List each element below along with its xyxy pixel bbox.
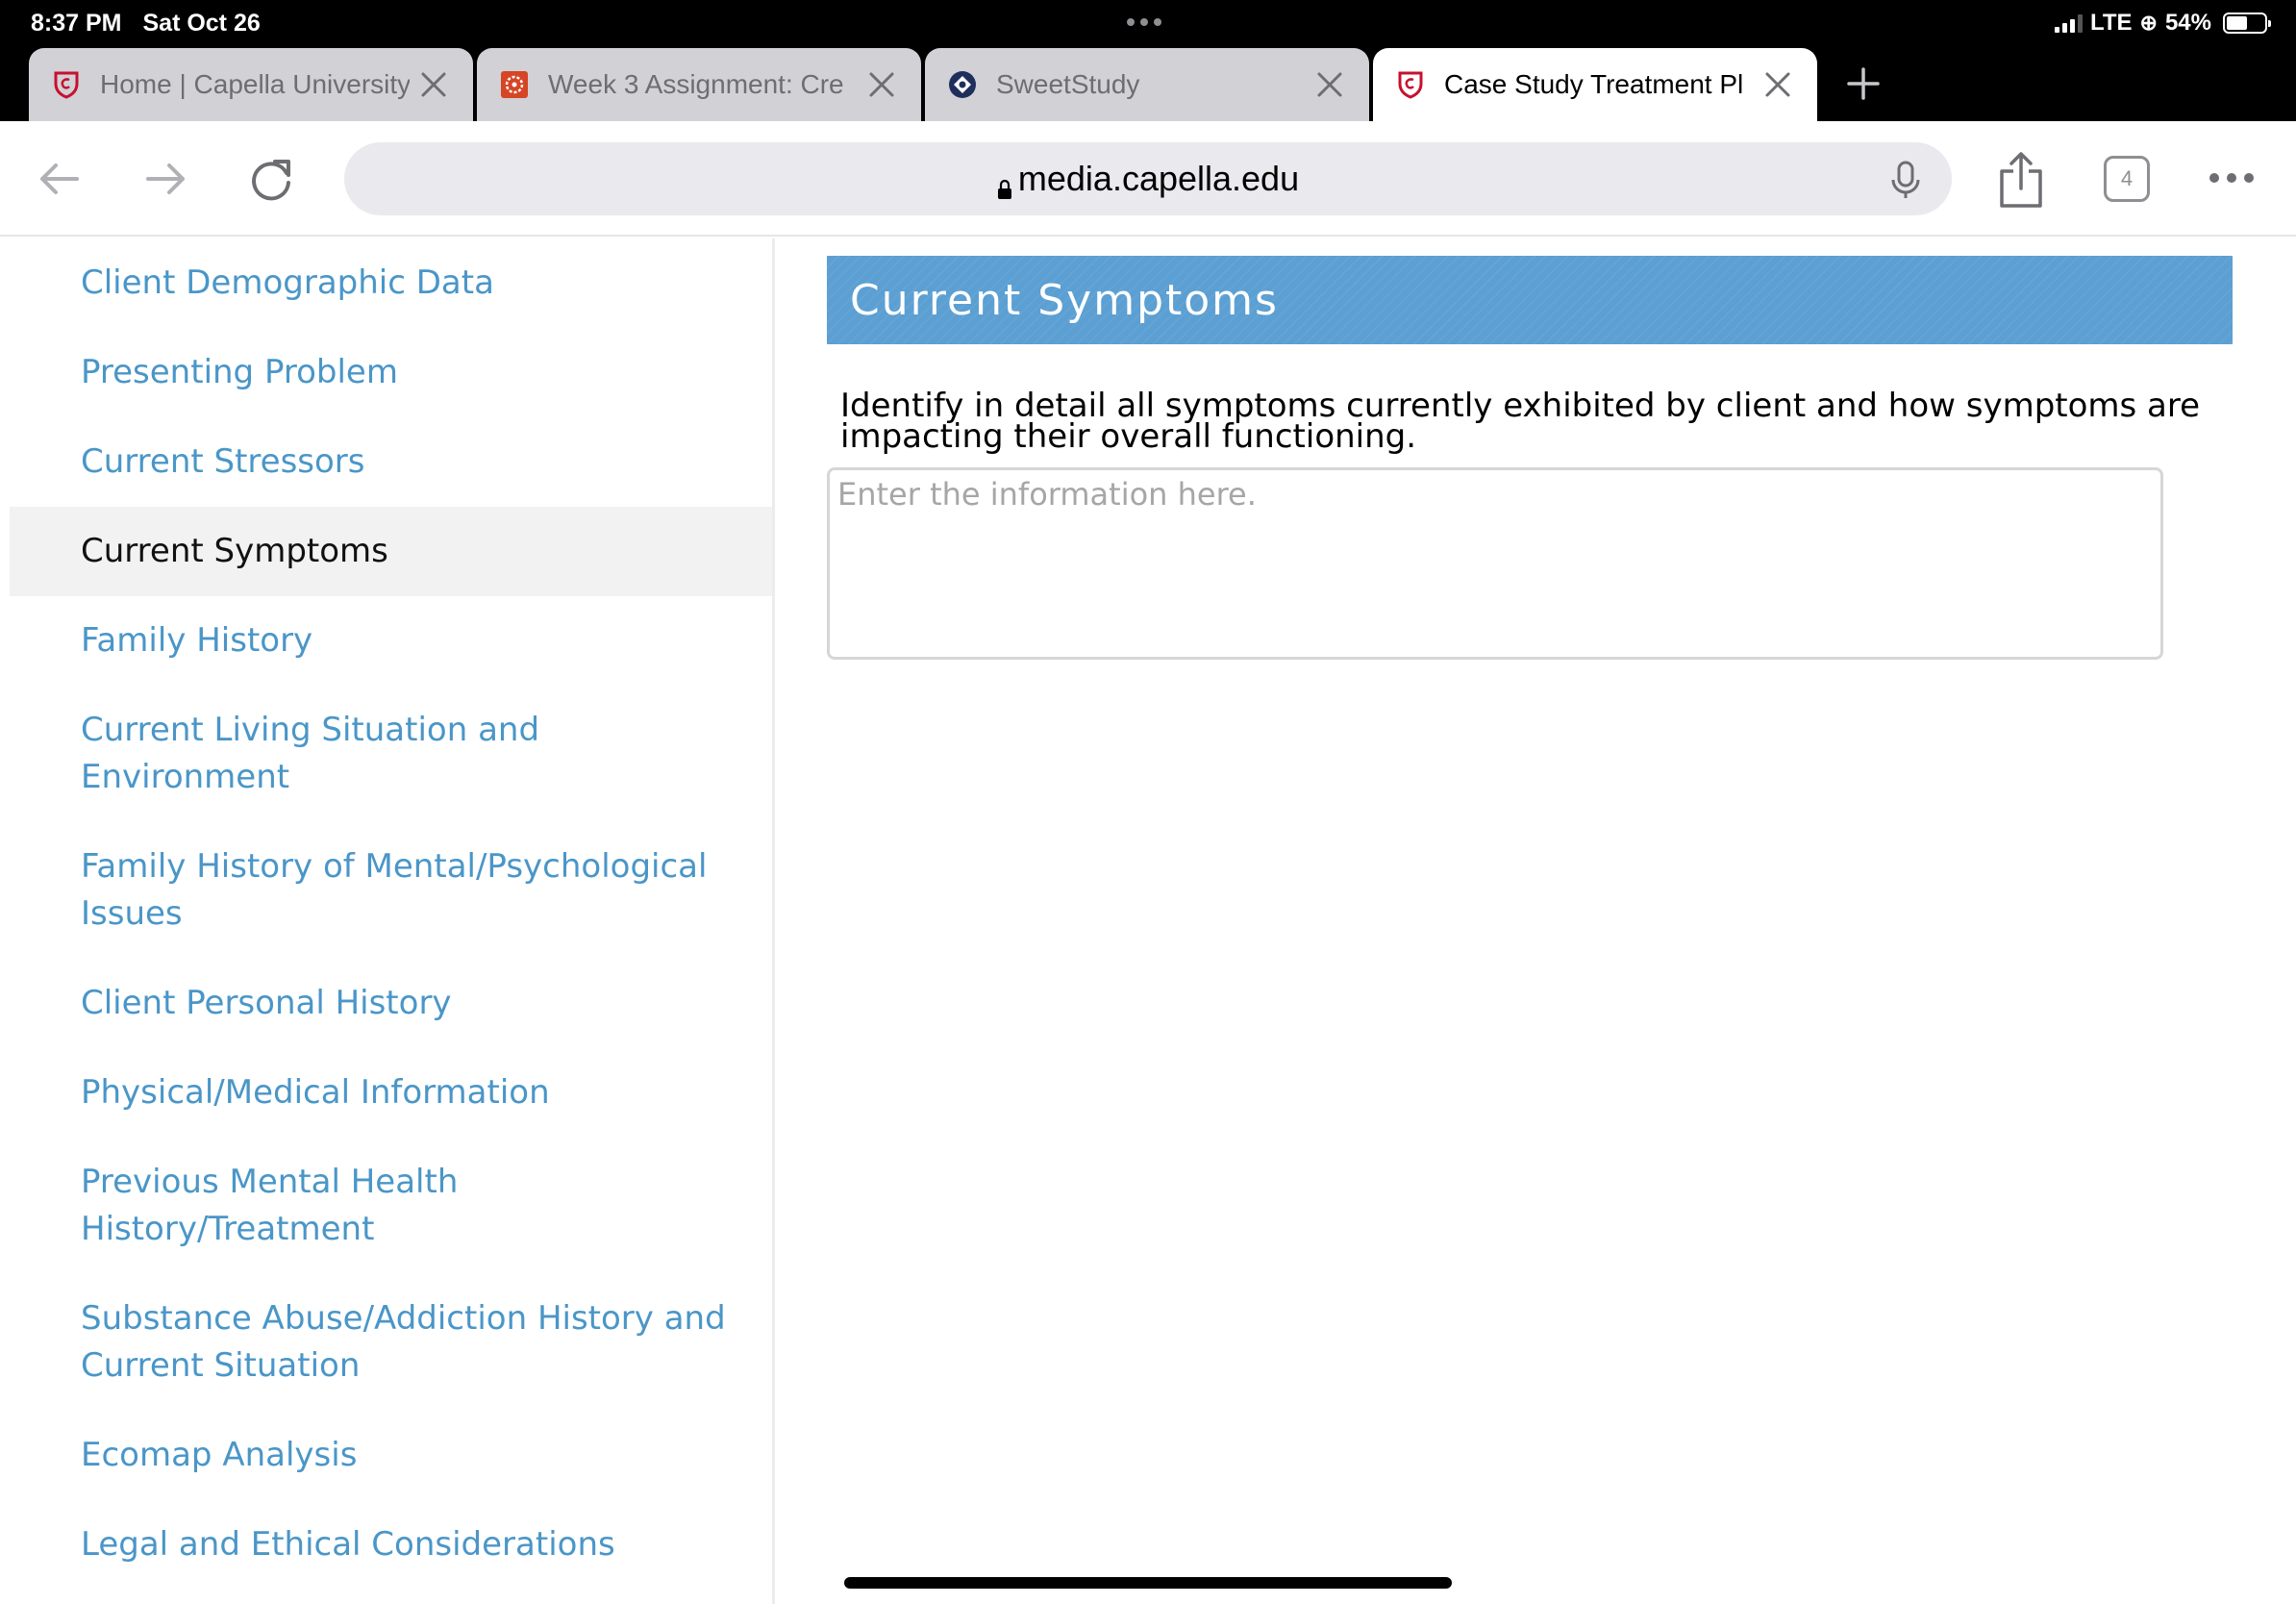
lock-icon (997, 168, 1012, 199)
sidebar-item-current-stressors[interactable]: Current Stressors (10, 417, 772, 507)
battery-percent: 54% (2164, 10, 2211, 36)
section-navigation: Client Demographic Data Presenting Proble… (10, 238, 775, 1604)
cellular-signal-icon (2054, 13, 2083, 33)
sidebar-item-legal-and-ethical-considerations[interactable]: Legal and Ethical Considerations (10, 1500, 772, 1590)
status-bar-right: LTE ⊕ 54% (2054, 8, 2271, 38)
back-arrow-icon[interactable] (31, 150, 88, 208)
multitasking-dots-icon[interactable] (1127, 18, 1161, 26)
browser-tab-week3-assignment[interactable]: Week 3 Assignment: Cre (477, 48, 921, 121)
close-tab-icon[interactable] (1761, 68, 1794, 101)
tab-title: Home | Capella University (100, 69, 410, 99)
tab-overview-button[interactable]: 4 (2104, 156, 2150, 202)
tab-strip: Home | Capella University Week 3 Assignm… (29, 48, 1817, 121)
page-margin (0, 238, 10, 1604)
sidebar-item-substance-abuse-addiction-history-and-current-situation[interactable]: Substance Abuse/Addiction History and Cu… (10, 1274, 772, 1411)
microphone-icon[interactable] (1886, 160, 1925, 200)
capella-shield-icon (52, 70, 81, 99)
status-time: 8:37 PM (31, 9, 122, 37)
browser-chrome-top: 8:37 PM Sat Oct 26 LTE ⊕ 54% Home | Cape… (0, 0, 2296, 121)
symptoms-answer-textarea[interactable] (827, 467, 2163, 660)
address-bar[interactable]: media.capella.edu (344, 142, 1952, 215)
orientation-lock-icon: ⊕ (2139, 11, 2158, 35)
sidebar-item-client-demographic-data[interactable]: Client Demographic Data (10, 238, 772, 328)
url-text: media.capella.edu (1017, 159, 1300, 198)
battery-icon (2223, 13, 2271, 34)
sidebar-item-current-symptoms[interactable]: Current Symptoms (10, 507, 772, 596)
sweetstudy-logo-icon (948, 70, 977, 99)
forward-arrow-icon[interactable] (137, 150, 194, 208)
canvas-logo-icon (500, 70, 529, 99)
browser-tab-sweetstudy[interactable]: SweetStudy (925, 48, 1369, 121)
tab-title: SweetStudy (996, 69, 1140, 99)
tab-title: Case Study Treatment Pl (1444, 69, 1744, 99)
sidebar-item-physical-medical-information[interactable]: Physical/Medical Information (10, 1048, 772, 1138)
browser-tab-case-study[interactable]: Case Study Treatment Pl (1373, 48, 1817, 121)
tab-title: Week 3 Assignment: Cre (548, 69, 844, 99)
sidebar-item-client-personal-history[interactable]: Client Personal History (10, 959, 772, 1048)
sidebar-item-family-history[interactable]: Family History (10, 596, 772, 686)
sidebar-item-family-history-of-mental-psychological-issues[interactable]: Family History of Mental/Psychological I… (10, 822, 772, 959)
new-tab-plus-icon[interactable] (1839, 60, 1887, 108)
more-options-icon[interactable] (2209, 173, 2254, 183)
browser-tab-capella-home[interactable]: Home | Capella University (29, 48, 473, 121)
sidebar-item-ecomap-analysis[interactable]: Ecomap Analysis (10, 1411, 772, 1500)
sidebar-item-presenting-problem[interactable]: Presenting Problem (10, 328, 772, 417)
reload-icon[interactable] (242, 150, 300, 208)
close-tab-icon[interactable] (417, 68, 450, 101)
browser-toolbar: media.capella.edu 4 (0, 121, 2296, 237)
sidebar-item-previous-mental-health-history-treatment[interactable]: Previous Mental Health History/Treatment (10, 1138, 772, 1274)
close-tab-icon[interactable] (865, 68, 898, 101)
share-icon[interactable] (1994, 150, 2048, 210)
close-tab-icon[interactable] (1313, 68, 1346, 101)
main-content: Current Symptoms Identify in detail all … (827, 256, 2233, 664)
section-title: Current Symptoms (850, 275, 1279, 325)
status-date: Sat Oct 26 (142, 9, 261, 37)
status-bar-left: 8:37 PM Sat Oct 26 (31, 8, 261, 38)
network-type: LTE (2089, 10, 2133, 36)
section-instructions: Identify in detail all symptoms currentl… (840, 387, 2201, 456)
section-header-banner: Current Symptoms (827, 256, 2233, 344)
capella-shield-icon (1396, 70, 1425, 99)
home-indicator[interactable] (844, 1577, 1452, 1589)
sidebar-item-current-living-situation-and-environment[interactable]: Current Living Situation and Environment (10, 686, 772, 822)
web-page: Client Demographic Data Presenting Proble… (0, 238, 2296, 1604)
